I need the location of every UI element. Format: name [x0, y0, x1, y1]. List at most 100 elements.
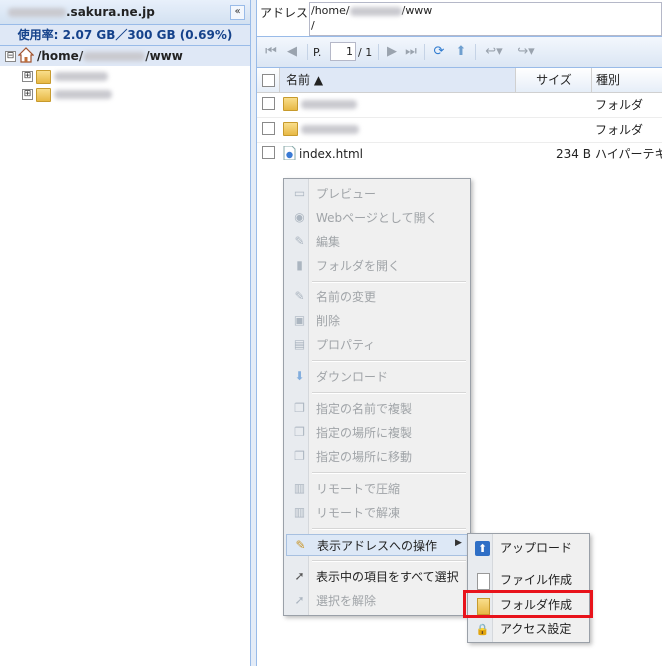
pencil-icon: ✎ — [294, 234, 305, 248]
first-page-icon[interactable]: ⏮ — [263, 44, 279, 60]
toolbar-separator — [424, 44, 425, 60]
blurred-folder-name — [301, 125, 359, 134]
tree-root-suffix: /www — [145, 49, 183, 63]
lock-icon: 🔒 — [475, 623, 490, 636]
tree-expand-toggle[interactable]: ⊞ — [22, 89, 33, 100]
menu-separator — [312, 560, 466, 562]
menu-item-duplicate-with-name[interactable]: ❐ 指定の名前で複製 — [286, 398, 468, 420]
page-label: P. — [313, 46, 322, 59]
menu-item-label: Webページとして開く — [316, 211, 438, 225]
toolbar-separator — [378, 44, 379, 60]
host-suffix: .sakura.ne.jp — [66, 5, 155, 19]
menu-item-address-operations[interactable]: ✎ 表示アドレスへの操作 ▶ — [286, 534, 468, 556]
tree-root-node[interactable]: ⊟ /home/ /www — [0, 46, 250, 66]
menu-separator — [312, 281, 466, 283]
last-page-icon[interactable]: ⏭ — [403, 44, 419, 60]
tree-expand-toggle[interactable]: ⊞ — [22, 71, 33, 82]
row-type: フォルダ — [595, 98, 644, 112]
blurred-user-name — [83, 52, 146, 61]
table-row[interactable]: フォルダ — [257, 93, 662, 118]
tree-node[interactable]: ⊞ — [0, 84, 250, 104]
cursor-icon: ➚ — [294, 593, 305, 607]
pager-toolbar: ⏮ ◀ P. 1 / 1 ▶ ⏭ ⟳ ⬆ ↩▾ ↪▾ — [257, 37, 662, 68]
column-header-type[interactable]: 種別 — [592, 68, 662, 92]
up-folder-icon[interactable]: ⬆ — [453, 44, 469, 60]
row-type: フォルダ — [595, 123, 644, 137]
menu-item-label: 編集 — [316, 235, 341, 249]
address-line-1: /home/ /www — [311, 3, 661, 18]
select-all-checkbox[interactable] — [262, 74, 275, 87]
menu-item-delete[interactable]: ▣ 削除 — [286, 310, 468, 332]
submenu-arrow-icon: ▶ — [455, 538, 462, 548]
folder-icon — [36, 88, 51, 102]
trash-icon: ▣ — [293, 313, 306, 327]
context-menu: ▭ プレビュー ◉ Webページとして開く ✎ 編集 ▮ フォルダを開く ✎ 名前の変更 … — [283, 178, 471, 616]
blurred-folder-name — [54, 90, 112, 99]
menu-item-remote-compress[interactable]: ▥ リモートで圧縮 — [286, 478, 468, 500]
tree-collapse-toggle[interactable]: ⊟ — [5, 51, 16, 62]
submenu-item-create-file[interactable]: ファイル作成 — [470, 569, 587, 591]
menu-item-select-all[interactable]: ➚ 表示中の項目をすべて選択 — [286, 566, 468, 588]
folder-edit-icon: ✎ — [295, 538, 306, 552]
menu-item-open-as-web[interactable]: ◉ Webページとして開く — [286, 207, 468, 229]
forward-dropdown-icon[interactable]: ↪▾ — [513, 44, 539, 60]
submenu: ⬆ アップロード ファイル作成 フォルダ作成 🔒 アクセス設定 — [467, 533, 590, 643]
back-dropdown-icon[interactable]: ↩▾ — [481, 44, 507, 60]
unzip-icon: ▥ — [293, 505, 306, 519]
column-header-name[interactable]: 名前 ▲ — [280, 68, 516, 92]
menu-separator — [312, 528, 466, 530]
submenu-item-upload[interactable]: ⬆ アップロード — [470, 537, 587, 559]
address-prefix: /home/ — [311, 4, 350, 17]
next-page-icon[interactable]: ▶ — [384, 44, 400, 60]
column-header-size[interactable]: サイズ — [517, 68, 592, 92]
page-number-input[interactable]: 1 — [330, 42, 356, 61]
menu-item-label: 指定の場所に複製 — [316, 426, 413, 440]
menu-item-download[interactable]: ⬇ ダウンロード — [286, 366, 468, 388]
tree-node[interactable]: ⊞ — [0, 66, 250, 86]
address-line-2: / — [311, 19, 315, 32]
row-checkbox[interactable] — [262, 146, 275, 159]
grid-header: 名前 ▲ サイズ 種別 — [257, 68, 662, 93]
menu-item-preview[interactable]: ▭ プレビュー — [286, 183, 468, 205]
left-pane-header: .sakura.ne.jp « — [0, 0, 250, 25]
host-name: .sakura.ne.jp — [8, 5, 155, 19]
left-pane: .sakura.ne.jp « 使用率: 2.07 GB／300 GB (0.6… — [0, 0, 251, 666]
upload-icon: ⬆ — [475, 541, 490, 556]
row-size: 234 B — [556, 147, 591, 161]
row-checkbox[interactable] — [262, 97, 275, 110]
menu-item-label: リモートで解凍 — [316, 506, 401, 520]
menu-item-copy-to[interactable]: ❐ 指定の場所に複製 — [286, 422, 468, 444]
folder-open-icon: ▮ — [296, 258, 303, 272]
address-suffix: /www — [401, 4, 433, 17]
previous-page-icon[interactable]: ◀ — [284, 44, 300, 60]
menu-item-properties[interactable]: ▤ プロパティ — [286, 334, 468, 356]
menu-item-edit[interactable]: ✎ 編集 — [286, 231, 468, 253]
menu-item-move-to[interactable]: ❐ 指定の場所に移動 — [286, 446, 468, 468]
submenu-item-label: アクセス設定 — [500, 622, 572, 636]
collapse-pane-button[interactable]: « — [230, 5, 245, 20]
refresh-icon[interactable]: ⟳ — [431, 44, 447, 60]
copy-to-icon: ❐ — [294, 425, 305, 439]
menu-item-label: フォルダを開く — [316, 259, 401, 273]
monitor-icon: ▭ — [293, 186, 306, 200]
cursor-icon: ➚ — [294, 569, 305, 583]
address-input[interactable]: /home/ /www / — [309, 2, 662, 36]
zip-icon: ▥ — [293, 481, 306, 495]
folder-icon — [283, 122, 298, 136]
folder-icon — [36, 70, 51, 84]
menu-item-open-folder[interactable]: ▮ フォルダを開く — [286, 255, 468, 277]
table-row[interactable]: index.html 234 B ハイパーテキ — [257, 142, 662, 166]
submenu-item-access-settings[interactable]: 🔒 アクセス設定 — [470, 618, 587, 640]
row-checkbox[interactable] — [262, 122, 275, 135]
menu-item-deselect[interactable]: ➚ 選択を解除 — [286, 590, 468, 612]
page-total: / 1 — [358, 46, 373, 59]
menu-item-label: 選択を解除 — [316, 594, 377, 608]
menu-item-rename[interactable]: ✎ 名前の変更 — [286, 286, 468, 308]
blurred-folder-name — [301, 100, 357, 109]
row-type: ハイパーテキ — [595, 147, 662, 161]
highlight-box — [463, 590, 593, 618]
menu-item-remote-extract[interactable]: ▥ リモートで解凍 — [286, 502, 468, 524]
menu-item-label: プロパティ — [316, 338, 376, 352]
table-row[interactable]: フォルダ — [257, 118, 662, 143]
submenu-item-label: ファイル作成 — [500, 573, 573, 587]
